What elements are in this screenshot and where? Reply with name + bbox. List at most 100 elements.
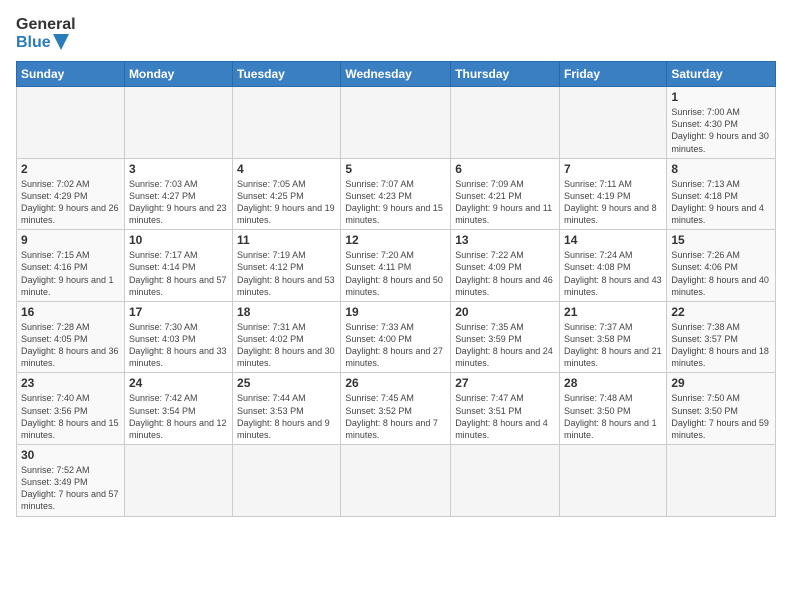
header-tuesday: Tuesday xyxy=(233,62,341,87)
day-info: Sunrise: 7:38 AM Sunset: 3:57 PM Dayligh… xyxy=(671,321,771,370)
header-thursday: Thursday xyxy=(451,62,560,87)
calendar-cell: 28 Sunrise: 7:48 AM Sunset: 3:50 PM Dayli… xyxy=(560,373,667,445)
day-info: Sunrise: 7:42 AM Sunset: 3:54 PM Dayligh… xyxy=(129,392,228,441)
calendar-cell: 11Sunrise: 7:19 AM Sunset: 4:12 PM Dayli… xyxy=(233,230,341,302)
calendar-week-row: 2 Sunrise: 7:02 AM Sunset: 4:29 PM Daylig… xyxy=(17,158,776,230)
day-info: Sunrise: 7:28 AM Sunset: 4:05 PM Dayligh… xyxy=(21,321,120,370)
calendar-cell: 13Sunrise: 7:22 AM Sunset: 4:09 PM Dayli… xyxy=(451,230,560,302)
day-number: 30 xyxy=(21,448,120,462)
day-number: 5 xyxy=(345,162,446,176)
calendar-cell: 10 Sunrise: 7:17 AM Sunset: 4:14 PM Dayli… xyxy=(124,230,232,302)
calendar-cell: 26Sunrise: 7:45 AM Sunset: 3:52 PM Dayli… xyxy=(341,373,451,445)
calendar-cell: 27 Sunrise: 7:47 AM Sunset: 3:51 PM Dayli… xyxy=(451,373,560,445)
calendar-cell xyxy=(667,445,776,517)
calendar-cell: 2 Sunrise: 7:02 AM Sunset: 4:29 PM Daylig… xyxy=(17,158,125,230)
calendar-cell xyxy=(560,445,667,517)
calendar-week-row: 30 Sunrise: 7:52 AM Sunset: 3:49 PM Dayli… xyxy=(17,445,776,517)
calendar-cell xyxy=(233,445,341,517)
header-friday: Friday xyxy=(560,62,667,87)
day-info: Sunrise: 7:37 AM Sunset: 3:58 PM Dayligh… xyxy=(564,321,662,370)
header: General Blue xyxy=(16,16,776,51)
day-info: Sunrise: 7:48 AM Sunset: 3:50 PM Dayligh… xyxy=(564,392,662,441)
calendar-cell xyxy=(233,87,341,159)
day-number: 2 xyxy=(21,162,120,176)
calendar-cell: 9 Sunrise: 7:15 AM Sunset: 4:16 PM Daylig… xyxy=(17,230,125,302)
day-number: 8 xyxy=(671,162,771,176)
day-number: 9 xyxy=(21,233,120,247)
calendar-week-row: 9 Sunrise: 7:15 AM Sunset: 4:16 PM Daylig… xyxy=(17,230,776,302)
calendar-cell xyxy=(124,445,232,517)
day-number: 13 xyxy=(455,233,555,247)
day-info: Sunrise: 7:31 AM Sunset: 4:02 PM Dayligh… xyxy=(237,321,336,370)
calendar-cell: 21Sunrise: 7:37 AM Sunset: 3:58 PM Dayli… xyxy=(560,301,667,373)
header-sunday: Sunday xyxy=(17,62,125,87)
day-info: Sunrise: 7:47 AM Sunset: 3:51 PM Dayligh… xyxy=(455,392,555,441)
calendar-cell xyxy=(560,87,667,159)
calendar-cell xyxy=(341,445,451,517)
day-number: 18 xyxy=(237,305,336,319)
calendar-cell: 7 Sunrise: 7:11 AM Sunset: 4:19 PM Daylig… xyxy=(560,158,667,230)
day-info: Sunrise: 7:50 AM Sunset: 3:50 PM Dayligh… xyxy=(671,392,771,441)
calendar-cell: 30 Sunrise: 7:52 AM Sunset: 3:49 PM Dayli… xyxy=(17,445,125,517)
day-number: 22 xyxy=(671,305,771,319)
page: General Blue Sunday Monday Tuesday Wedne… xyxy=(0,0,792,612)
calendar-cell xyxy=(451,87,560,159)
day-number: 6 xyxy=(455,162,555,176)
calendar-cell: 19 Sunrise: 7:33 AM Sunset: 4:00 PM Dayli… xyxy=(341,301,451,373)
day-number: 10 xyxy=(129,233,228,247)
day-number: 3 xyxy=(129,162,228,176)
day-info: Sunrise: 7:13 AM Sunset: 4:18 PM Dayligh… xyxy=(671,178,771,227)
calendar-week-row: 23 Sunrise: 7:40 AM Sunset: 3:56 PM Dayli… xyxy=(17,373,776,445)
day-number: 15 xyxy=(671,233,771,247)
day-info: Sunrise: 7:33 AM Sunset: 4:00 PM Dayligh… xyxy=(345,321,446,370)
day-info: Sunrise: 7:44 AM Sunset: 3:53 PM Dayligh… xyxy=(237,392,336,441)
day-info: Sunrise: 7:52 AM Sunset: 3:49 PM Dayligh… xyxy=(21,464,120,513)
day-number: 23 xyxy=(21,376,120,390)
calendar-cell: 24 Sunrise: 7:42 AM Sunset: 3:54 PM Dayli… xyxy=(124,373,232,445)
header-saturday: Saturday xyxy=(667,62,776,87)
calendar-cell: 3Sunrise: 7:03 AM Sunset: 4:27 PM Daylig… xyxy=(124,158,232,230)
calendar-cell: 6 Sunrise: 7:09 AM Sunset: 4:21 PM Daylig… xyxy=(451,158,560,230)
calendar-cell xyxy=(341,87,451,159)
day-number: 17 xyxy=(129,305,228,319)
day-number: 24 xyxy=(129,376,228,390)
day-number: 27 xyxy=(455,376,555,390)
day-info: Sunrise: 7:15 AM Sunset: 4:16 PM Dayligh… xyxy=(21,249,120,298)
day-info: Sunrise: 7:17 AM Sunset: 4:14 PM Dayligh… xyxy=(129,249,228,298)
logo: General Blue xyxy=(16,16,76,51)
day-number: 19 xyxy=(345,305,446,319)
day-info: Sunrise: 7:02 AM Sunset: 4:29 PM Dayligh… xyxy=(21,178,120,227)
logo-blue: Blue xyxy=(16,34,76,52)
calendar-header-row: Sunday Monday Tuesday Wednesday Thursday… xyxy=(17,62,776,87)
header-monday: Monday xyxy=(124,62,232,87)
day-number: 29 xyxy=(671,376,771,390)
day-number: 1 xyxy=(671,90,771,104)
day-number: 7 xyxy=(564,162,662,176)
day-number: 25 xyxy=(237,376,336,390)
day-info: Sunrise: 7:35 AM Sunset: 3:59 PM Dayligh… xyxy=(455,321,555,370)
calendar-cell: 12 Sunrise: 7:20 AM Sunset: 4:11 PM Dayli… xyxy=(341,230,451,302)
calendar-cell: 8 Sunrise: 7:13 AM Sunset: 4:18 PM Daylig… xyxy=(667,158,776,230)
calendar-week-row: 16 Sunrise: 7:28 AM Sunset: 4:05 PM Dayli… xyxy=(17,301,776,373)
calendar-cell: 15 Sunrise: 7:26 AM Sunset: 4:06 PM Dayli… xyxy=(667,230,776,302)
day-info: Sunrise: 7:07 AM Sunset: 4:23 PM Dayligh… xyxy=(345,178,446,227)
logo-chevron xyxy=(53,34,73,50)
calendar-cell xyxy=(451,445,560,517)
day-number: 14 xyxy=(564,233,662,247)
calendar-cell: 22 Sunrise: 7:38 AM Sunset: 3:57 PM Dayli… xyxy=(667,301,776,373)
day-info: Sunrise: 7:40 AM Sunset: 3:56 PM Dayligh… xyxy=(21,392,120,441)
day-info: Sunrise: 7:26 AM Sunset: 4:06 PM Dayligh… xyxy=(671,249,771,298)
calendar-cell: 4Sunrise: 7:05 AM Sunset: 4:25 PM Daylig… xyxy=(233,158,341,230)
day-info: Sunrise: 7:24 AM Sunset: 4:08 PM Dayligh… xyxy=(564,249,662,298)
day-number: 11 xyxy=(237,233,336,247)
day-info: Sunrise: 7:11 AM Sunset: 4:19 PM Dayligh… xyxy=(564,178,662,227)
day-info: Sunrise: 7:09 AM Sunset: 4:21 PM Dayligh… xyxy=(455,178,555,227)
day-number: 12 xyxy=(345,233,446,247)
day-info: Sunrise: 7:20 AM Sunset: 4:11 PM Dayligh… xyxy=(345,249,446,298)
calendar-cell: 16 Sunrise: 7:28 AM Sunset: 4:05 PM Dayli… xyxy=(17,301,125,373)
day-number: 16 xyxy=(21,305,120,319)
day-number: 28 xyxy=(564,376,662,390)
calendar-cell: 5 Sunrise: 7:07 AM Sunset: 4:23 PM Daylig… xyxy=(341,158,451,230)
calendar-cell xyxy=(17,87,125,159)
calendar-cell: 1Sunrise: 7:00 AM Sunset: 4:30 PM Daylig… xyxy=(667,87,776,159)
